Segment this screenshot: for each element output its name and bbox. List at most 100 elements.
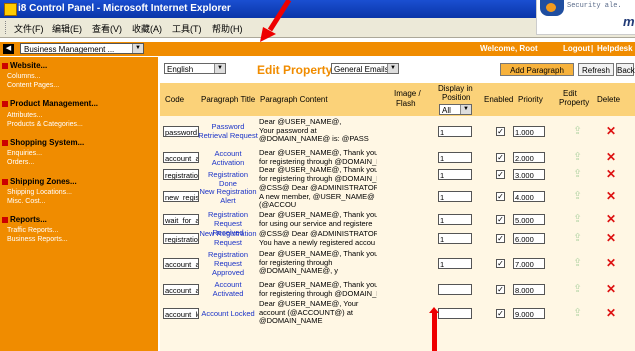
code-input[interactable]: new_regis [163, 191, 199, 202]
position-input[interactable]: 1 [438, 126, 472, 137]
chevron-down-icon[interactable]: ▼ [214, 64, 225, 73]
sidebar-section-shipping-zones[interactable]: Shipping Zones... [2, 177, 77, 186]
sidebar-item-content-pages[interactable]: Content Pages... [7, 82, 59, 89]
chevron-down-icon[interactable]: ▼ [460, 105, 471, 114]
priority-input[interactable]: 7.000 [513, 258, 545, 269]
sidebar-item-business-reports[interactable]: Business Reports... [7, 236, 68, 243]
paragraph-title-link[interactable]: Password Retrieval Request [198, 122, 258, 140]
language-select[interactable]: English ▼ [164, 63, 226, 74]
delete-x-icon[interactable]: ✕ [606, 283, 618, 295]
menu-view[interactable]: 查看(V) [92, 22, 122, 35]
edit-property-icon[interactable]: ⇪ [573, 169, 585, 180]
enabled-checkbox[interactable]: ✓ [496, 285, 505, 294]
menu-favorites[interactable]: 收藏(A) [132, 22, 162, 35]
enabled-checkbox[interactable]: ✓ [496, 153, 505, 162]
position-input[interactable]: 1 [438, 214, 472, 225]
position-input[interactable]: 1 [438, 169, 472, 180]
edit-property-icon[interactable]: ⇪ [573, 284, 585, 295]
paragraph-title-link[interactable]: Account Activated [198, 280, 258, 298]
sidebar-item-traffic-reports[interactable]: Traffic Reports... [7, 227, 58, 234]
sidebar-item-shipping-locations[interactable]: Shipping Locations... [7, 189, 72, 196]
delete-x-icon[interactable]: ✕ [606, 232, 618, 244]
position-filter-select[interactable]: All ▼ [439, 104, 472, 115]
delete-x-icon[interactable]: ✕ [606, 125, 618, 137]
paragraph-content: Dear @USER_NAME@, Your password at @DOMAI… [259, 118, 377, 144]
position-input[interactable]: 1 [438, 258, 472, 269]
priority-input[interactable]: 1.000 [513, 126, 545, 137]
enabled-checkbox[interactable]: ✓ [496, 127, 505, 136]
delete-x-icon[interactable]: ✕ [606, 168, 618, 180]
priority-input[interactable]: 4.000 [513, 191, 545, 202]
position-input[interactable]: 1 [438, 152, 472, 163]
delete-x-icon[interactable]: ✕ [606, 151, 618, 163]
chevron-down-icon[interactable]: ▼ [387, 64, 398, 73]
add-paragraph-button[interactable]: Add Paragraph [500, 63, 574, 76]
sidebar-item-orders[interactable]: Orders... [7, 159, 34, 166]
enabled-checkbox[interactable]: ✓ [496, 259, 505, 268]
delete-x-icon[interactable]: ✕ [606, 257, 618, 269]
sidebar-section-website[interactable]: Website... [2, 61, 47, 70]
collapse-arrow-icon[interactable]: ◀ [3, 44, 14, 54]
refresh-button[interactable]: Refresh [578, 63, 614, 76]
site-select[interactable]: Business Management ... ▼ [20, 43, 144, 54]
red-arrow-icon [260, 0, 292, 42]
menu-help[interactable]: 帮助(H) [212, 22, 243, 35]
position-input[interactable] [438, 308, 472, 319]
property-select[interactable]: General Emails (9) ▼ [331, 63, 399, 74]
enabled-checkbox[interactable]: ✓ [496, 192, 505, 201]
edit-property-icon[interactable]: ⇪ [573, 191, 585, 202]
enabled-checkbox[interactable]: ✓ [496, 215, 505, 224]
logout-link[interactable]: Logout [563, 44, 590, 53]
paragraph-title-link[interactable]: New Registration Request [198, 229, 258, 247]
code-input[interactable]: account_a [163, 284, 199, 295]
menu-file[interactable]: 文件(F) [14, 22, 44, 35]
code-input[interactable]: account_a [163, 258, 199, 269]
edit-property-icon[interactable]: ⇪ [573, 258, 585, 269]
enabled-checkbox[interactable]: ✓ [496, 170, 505, 179]
delete-x-icon[interactable]: ✕ [606, 213, 618, 225]
sidebar-section-shopping-system[interactable]: Shopping System... [2, 138, 84, 147]
sidebar-item-columns[interactable]: Columns... [7, 73, 40, 80]
priority-input[interactable]: 6.000 [513, 233, 545, 244]
edit-property-icon[interactable]: ⇪ [573, 152, 585, 163]
toolbar-grip-icon[interactable] [5, 21, 9, 34]
paragraph-title-link[interactable]: Account Activation [198, 149, 258, 167]
edit-property-icon[interactable]: ⇪ [573, 308, 585, 319]
sidebar-section-product-management[interactable]: Product Management... [2, 99, 98, 108]
sidebar-item-attributes[interactable]: Attributes... [7, 112, 42, 119]
helpdesk-link[interactable]: Helpdesk [597, 44, 633, 53]
delete-x-icon[interactable]: ✕ [606, 307, 618, 319]
edit-property-icon[interactable]: ⇪ [573, 233, 585, 244]
position-input[interactable]: 1 [438, 233, 472, 244]
position-input[interactable] [438, 284, 472, 295]
sidebar-item-misc-cost[interactable]: Misc. Cost... [7, 198, 46, 205]
sidebar-item-enquiries[interactable]: Enquiries... [7, 150, 42, 157]
priority-input[interactable]: 9.000 [513, 308, 545, 319]
priority-input[interactable]: 3.000 [513, 169, 545, 180]
code-input[interactable]: registratio [163, 233, 199, 244]
welcome-text: Welcome, Root [480, 44, 538, 53]
priority-input[interactable]: 2.000 [513, 152, 545, 163]
back-button[interactable]: Back [616, 63, 635, 76]
edit-property-icon[interactable]: ⇪ [573, 214, 585, 225]
code-input[interactable]: account_lo [163, 308, 199, 319]
priority-input[interactable]: 5.000 [513, 214, 545, 225]
chevron-down-icon[interactable]: ▼ [132, 44, 143, 53]
paragraph-title-link[interactable]: Registration Request Approved [198, 250, 258, 277]
code-input[interactable]: account_a [163, 152, 199, 163]
edit-property-icon[interactable]: ⇪ [573, 126, 585, 137]
menu-tools[interactable]: 工具(T) [172, 22, 202, 35]
enabled-checkbox[interactable]: ✓ [496, 234, 505, 243]
position-input[interactable]: 1 [438, 191, 472, 202]
code-input[interactable]: password [163, 126, 199, 137]
code-input[interactable]: wait_for_a [163, 214, 199, 225]
sidebar-section-reports[interactable]: Reports... [2, 215, 47, 224]
sidebar-item-products-categories[interactable]: Products & Categories... [7, 121, 83, 128]
paragraph-title-link[interactable]: New Registration Alert [198, 187, 258, 205]
code-input[interactable]: registratio [163, 169, 199, 180]
enabled-checkbox[interactable]: ✓ [496, 309, 505, 318]
delete-x-icon[interactable]: ✕ [606, 190, 618, 202]
menu-edit[interactable]: 编辑(E) [52, 22, 82, 35]
priority-input[interactable]: 8.000 [513, 284, 545, 295]
paragraph-title-link[interactable]: Account Locked [198, 309, 258, 318]
